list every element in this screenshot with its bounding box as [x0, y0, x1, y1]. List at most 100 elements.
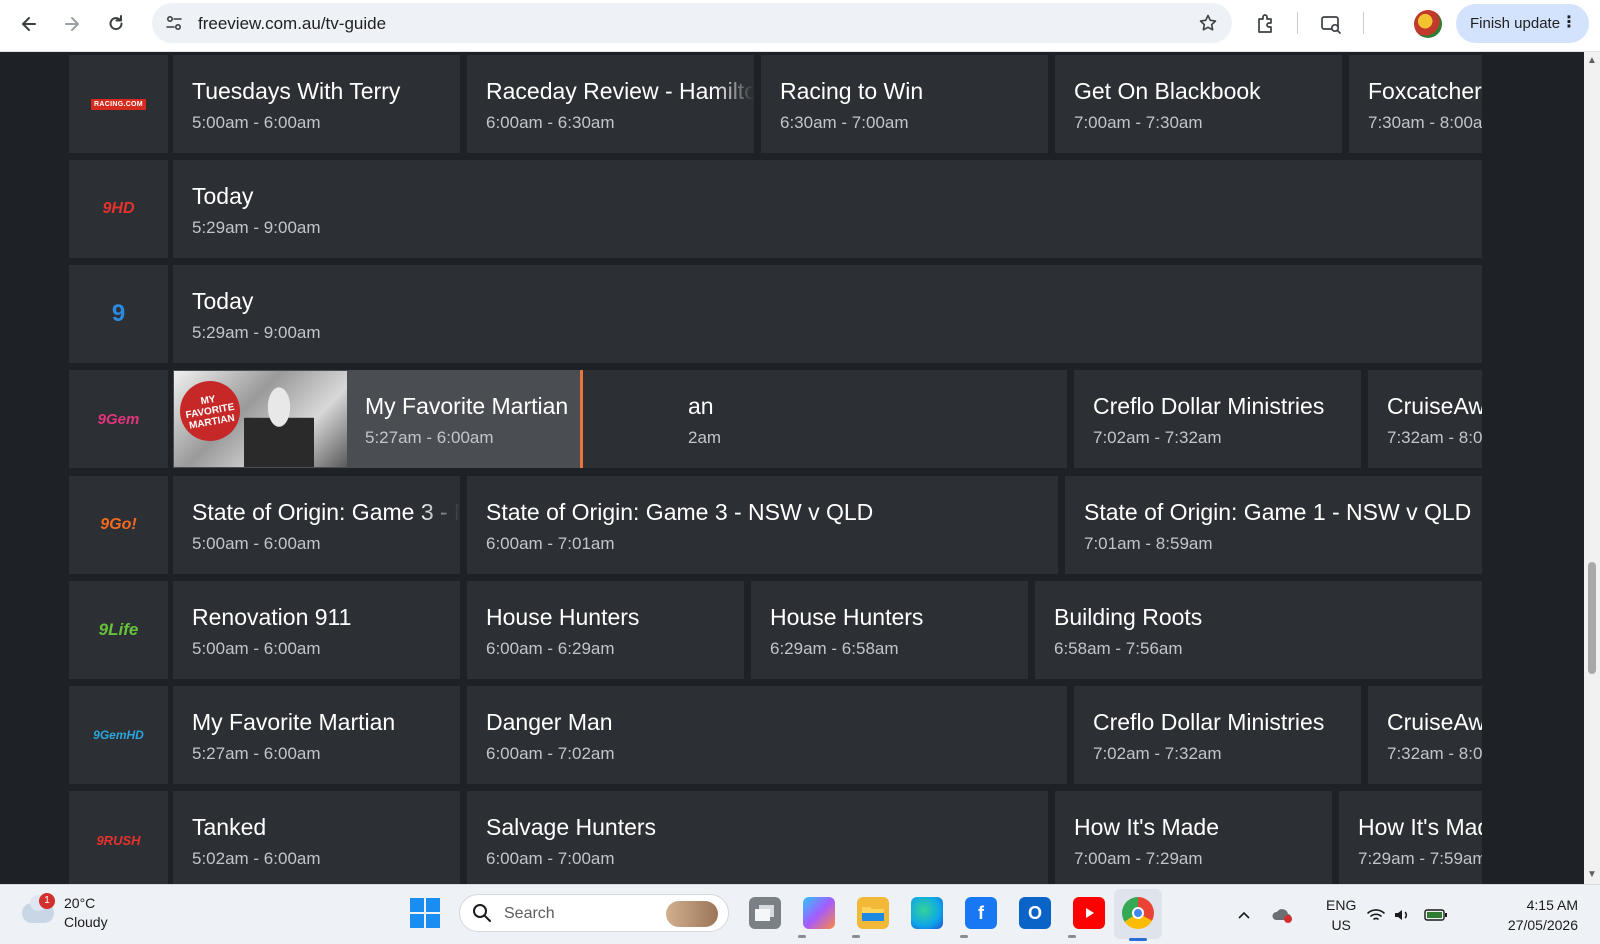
- program-time: 6:29am - 6:58am: [770, 639, 899, 658]
- program-title: Get On Blackbook: [1074, 78, 1261, 104]
- system-clock[interactable]: 4:15 AM 27/05/2026: [1488, 895, 1578, 935]
- program-tile[interactable]: Creflo Dollar Ministries 7:02am - 7:32am: [1074, 686, 1361, 784]
- weather-temperature: 20°C: [64, 895, 96, 911]
- windows-start-icon[interactable]: [410, 898, 440, 928]
- program-tile[interactable]: Today 5:29am - 9:00am: [173, 265, 1482, 363]
- scroll-down-arrow-icon[interactable]: ▼: [1587, 870, 1597, 880]
- url-text[interactable]: freeview.com.au/tv-guide: [198, 14, 386, 34]
- edge-browser-icon[interactable]: [911, 897, 943, 929]
- program-hover-card[interactable]: MY FAVORITE MARTIAN My Favorite Martian …: [173, 370, 583, 468]
- program-title: an: [688, 393, 714, 419]
- onedrive-error-icon[interactable]: [1268, 885, 1296, 944]
- extensions-icon[interactable]: [1250, 8, 1282, 40]
- search-highlight-image: [666, 901, 718, 927]
- program-time: 6:00am - 7:00am: [486, 849, 615, 868]
- program-tile[interactable]: Renovation 911 5:00am - 6:00am: [173, 581, 460, 679]
- program-tile[interactable]: Raceday Review - Hamilton 6:00am - 6:30a…: [467, 55, 754, 153]
- program-tile[interactable]: Get On Blackbook 7:00am - 7:30am: [1055, 55, 1342, 153]
- address-bar[interactable]: freeview.com.au/tv-guide: [152, 3, 1232, 43]
- back-button[interactable]: [13, 8, 45, 40]
- program-tile[interactable]: How It's Mad 7:29am - 7:59am: [1339, 791, 1482, 884]
- reload-icon: [109, 15, 123, 31]
- page-scrollbar[interactable]: ▲ ▼: [1584, 52, 1600, 884]
- channel-logo-9life[interactable]: 9Life: [69, 581, 168, 679]
- program-tile[interactable]: State of Origin: Game 3 - NSW v QLD 6:00…: [467, 476, 1058, 574]
- program-tile[interactable]: Today 5:29am - 9:00am: [173, 160, 1482, 258]
- active-app-indicator: [1129, 938, 1147, 941]
- toolbar-divider: [1297, 12, 1298, 34]
- program-title: House Hunters: [486, 604, 640, 630]
- task-view-icon[interactable]: [749, 897, 781, 929]
- channel-logo-9hd[interactable]: 9HD: [69, 160, 168, 258]
- thumbnail-figure: [244, 383, 314, 467]
- copilot-icon[interactable]: [803, 897, 835, 929]
- program-time: 6:58am - 7:56am: [1054, 639, 1183, 658]
- clock-time: 4:15 AM: [1526, 897, 1578, 913]
- arrow-right-icon: [65, 17, 79, 31]
- youtube-icon[interactable]: [1073, 897, 1105, 929]
- program-tile[interactable]: My Favorite Martian 5:27am - 6:00am: [173, 686, 460, 784]
- scroll-up-arrow-icon[interactable]: ▲: [1587, 56, 1597, 66]
- program-time: 7:32am - 8:0: [1387, 744, 1482, 763]
- program-tile[interactable]: Creflo Dollar Ministries 7:02am - 7:32am: [1074, 370, 1361, 468]
- running-indicator: [798, 935, 806, 938]
- program-tile[interactable]: Racing to Win 6:30am - 7:00am: [761, 55, 1048, 153]
- program-title: My Favorite Martian: [192, 709, 396, 735]
- finish-update-label: Finish update: [1470, 15, 1561, 32]
- program-tile[interactable]: How It's Made 7:00am - 7:29am: [1055, 791, 1332, 884]
- program-tile[interactable]: State of Origin: Game 1 - NSW v QLD 7:01…: [1065, 476, 1482, 574]
- channel-row-9go: 9Go! State of Origin: Game 3 - N 5:00am …: [69, 476, 1513, 574]
- search-icon: [473, 904, 491, 922]
- program-tile[interactable]: Foxcatcher: 7:30am - 8:00am: [1349, 55, 1482, 153]
- program-tile[interactable]: State of Origin: Game 3 - N 5:00am - 6:0…: [173, 476, 460, 574]
- site-settings-icon[interactable]: [160, 9, 188, 37]
- nine-gem-logo: 9Gem: [97, 410, 140, 428]
- program-time: 6:30am - 7:00am: [780, 113, 909, 132]
- program-title: Today: [192, 183, 254, 209]
- clock-date: 27/05/2026: [1507, 917, 1578, 933]
- battery-icon[interactable]: [1422, 885, 1450, 944]
- program-title: Creflo Dollar Ministries: [1093, 393, 1325, 419]
- wifi-icon[interactable]: [1364, 885, 1388, 944]
- volume-icon[interactable]: [1390, 885, 1414, 944]
- weather-widget[interactable]: 1 20°C Cloudy: [22, 893, 132, 937]
- program-tile[interactable]: Salvage Hunters 6:00am - 7:00am: [467, 791, 1048, 884]
- program-tile[interactable]: Danger Man 6:00am - 7:02am: [467, 686, 1067, 784]
- program-title: CruiseAw: [1387, 709, 1482, 735]
- program-tile[interactable]: House Hunters 6:00am - 6:29am: [467, 581, 744, 679]
- program-tile[interactable]: Tuesdays With Terry 5:00am - 6:00am: [173, 55, 460, 153]
- channel-logo-9[interactable]: 9: [69, 265, 168, 363]
- program-tile[interactable]: CruiseAw 7:32am - 8:0: [1368, 370, 1482, 468]
- file-explorer-icon[interactable]: [857, 897, 889, 929]
- profile-avatar[interactable]: [1414, 10, 1442, 38]
- channel-logo-racing[interactable]: RACING.COM: [69, 55, 168, 153]
- finish-update-button[interactable]: Finish update ⋮: [1456, 4, 1589, 43]
- program-tile[interactable]: House Hunters 6:29am - 6:58am: [751, 581, 1028, 679]
- channel-logo-9rush[interactable]: 9RUSH: [69, 791, 168, 884]
- language-indicator[interactable]: ENG US: [1326, 895, 1356, 935]
- chrome-icon[interactable]: [1122, 897, 1154, 929]
- program-title: Creflo Dollar Ministries: [1093, 709, 1325, 735]
- taskbar-search-box[interactable]: Search: [459, 894, 729, 932]
- channel-logo-9gemhd[interactable]: 9GemHD: [69, 686, 168, 784]
- program-time: 7:01am - 8:59am: [1084, 534, 1213, 553]
- program-tile[interactable]: CruiseAw 7:32am - 8:0: [1368, 686, 1482, 784]
- bookmark-star-icon[interactable]: [1194, 9, 1222, 37]
- more-menu-icon[interactable]: ⋮: [1561, 14, 1577, 32]
- program-time: 2am: [688, 428, 722, 447]
- facebook-icon[interactable]: f: [965, 897, 997, 929]
- program-title: Today: [192, 288, 254, 314]
- program-tile[interactable]: Tanked 5:02am - 6:00am: [173, 791, 460, 884]
- reload-button[interactable]: [100, 8, 132, 40]
- show-hidden-icons-chevron-icon[interactable]: [1232, 885, 1256, 944]
- scrollbar-thumb[interactable]: [1588, 562, 1596, 674]
- program-title: Danger Man: [486, 709, 613, 735]
- channel-logo-9go[interactable]: 9Go!: [69, 476, 168, 574]
- tab-search-icon[interactable]: [1315, 8, 1347, 40]
- channel-row-9gemhd: 9GemHD My Favorite Martian 5:27am - 6:00…: [69, 686, 1513, 784]
- program-title: Tuesdays With Terry: [192, 78, 401, 104]
- channel-logo-9gem[interactable]: 9Gem: [69, 370, 168, 468]
- forward-button[interactable]: [56, 8, 88, 40]
- outlook-icon[interactable]: O: [1019, 897, 1051, 929]
- program-tile[interactable]: Building Roots 6:58am - 7:56am: [1035, 581, 1482, 679]
